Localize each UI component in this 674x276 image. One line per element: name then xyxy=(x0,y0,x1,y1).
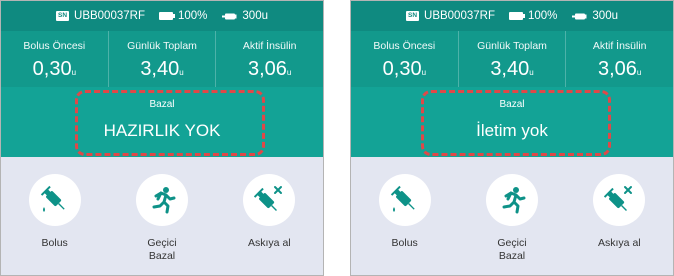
basal-highlight-box xyxy=(75,90,265,156)
stat-label: Aktif İnsülin xyxy=(242,40,297,52)
stat-label: Aktif İnsülin xyxy=(592,40,647,52)
reservoir-icon xyxy=(222,13,237,19)
battery-status: 100% xyxy=(158,10,208,22)
temp-basal-button[interactable]: Geçici Bazal xyxy=(458,157,565,275)
syringe-cross-icon xyxy=(254,186,283,211)
suspend-label: Askıya al xyxy=(248,237,291,249)
battery-icon xyxy=(508,12,525,20)
stat-label: Günlük Toplam xyxy=(477,40,547,52)
battery-icon xyxy=(158,12,175,20)
bolus-button-circle[interactable] xyxy=(378,174,431,226)
stat-label: Günlük Toplam xyxy=(127,40,197,52)
serial-number: SN UBB00037RF xyxy=(405,10,495,22)
serial-number: SN UBB00037RF xyxy=(55,10,145,22)
temp-basal-button-circle[interactable] xyxy=(135,174,188,226)
bolus-button-circle[interactable] xyxy=(28,174,81,226)
action-bar: Bolus Geçici Bazal Askıya al xyxy=(1,157,323,275)
status-bar: SN UBB00037RF 100% 300u xyxy=(1,1,323,31)
temp-basal-button-circle[interactable] xyxy=(485,174,538,226)
suspend-button[interactable]: Askıya al xyxy=(216,157,323,275)
serial-number-text: UBB00037RF xyxy=(74,10,145,22)
stat-value: 0,30u xyxy=(32,58,77,80)
bolus-label: Bolus xyxy=(41,237,68,249)
reservoir-level: 300u xyxy=(592,10,618,22)
reservoir-level: 300u xyxy=(242,10,268,22)
serial-number-text: UBB00037RF xyxy=(424,10,495,22)
stat-label: Bolus Öncesi xyxy=(373,40,436,52)
stat-active-insulin: Aktif İnsülin 3,06u xyxy=(216,31,323,87)
battery-status: 100% xyxy=(508,10,558,22)
stat-value: 3,06u xyxy=(247,58,292,80)
stat-value: 3,06u xyxy=(597,58,642,80)
stat-value: 3,40u xyxy=(140,58,184,80)
reservoir-status: 300u xyxy=(571,10,618,22)
temp-basal-label: Geçici Bazal xyxy=(147,237,177,262)
syringe-icon xyxy=(390,185,415,212)
insulin-stats: Bolus Öncesi 0,30u Günlük Toplam 3,40u A… xyxy=(351,31,673,87)
reservoir-status: 300u xyxy=(221,10,268,22)
stat-value: 0,30u xyxy=(382,58,427,80)
pump-screen-left: SN UBB00037RF 100% 300u Bolus Öncesi 0,3… xyxy=(0,0,324,276)
battery-level: 100% xyxy=(177,10,208,22)
suspend-button-circle[interactable] xyxy=(593,174,646,226)
basal-highlight-box xyxy=(421,90,611,156)
suspend-button-circle[interactable] xyxy=(243,174,296,226)
stat-active-insulin: Aktif İnsülin 3,06u xyxy=(566,31,673,87)
status-bar: SN UBB00037RF 100% 300u xyxy=(351,1,673,31)
stat-daily-total: Günlük Toplam 3,40u xyxy=(109,31,217,87)
temp-basal-button[interactable]: Geçici Bazal xyxy=(108,157,215,275)
temp-basal-label: Geçici Bazal xyxy=(497,237,527,262)
stat-label: Bolus Öncesi xyxy=(23,40,86,52)
bolus-label: Bolus xyxy=(391,237,418,249)
stat-value: 3,40u xyxy=(490,58,534,80)
suspend-label: Askıya al xyxy=(598,237,641,249)
stat-bolus-prev: Bolus Öncesi 0,30u xyxy=(1,31,109,87)
sn-badge-icon: SN xyxy=(405,11,420,21)
syringe-cross-icon xyxy=(604,186,633,211)
pump-screen-right: SN UBB00037RF 100% 300u Bolus Öncesi 0,3… xyxy=(350,0,674,276)
reservoir-icon xyxy=(572,13,587,19)
stat-bolus-prev: Bolus Öncesi 0,30u xyxy=(351,31,459,87)
bolus-button[interactable]: Bolus xyxy=(351,157,458,275)
running-person-icon xyxy=(152,187,176,214)
insulin-stats: Bolus Öncesi 0,30u Günlük Toplam 3,40u A… xyxy=(1,31,323,87)
battery-level: 100% xyxy=(527,10,558,22)
stat-daily-total: Günlük Toplam 3,40u xyxy=(459,31,567,87)
basal-panel[interactable]: Bazal HAZIRLIK YOK xyxy=(1,87,323,157)
basal-panel[interactable]: Bazal İletim yok xyxy=(351,87,673,157)
running-person-icon xyxy=(502,187,526,214)
action-bar: Bolus Geçici Bazal Askıya al xyxy=(351,157,673,275)
sn-badge-icon: SN xyxy=(55,11,70,21)
bolus-button[interactable]: Bolus xyxy=(1,157,108,275)
suspend-button[interactable]: Askıya al xyxy=(566,157,673,275)
syringe-icon xyxy=(40,185,65,212)
